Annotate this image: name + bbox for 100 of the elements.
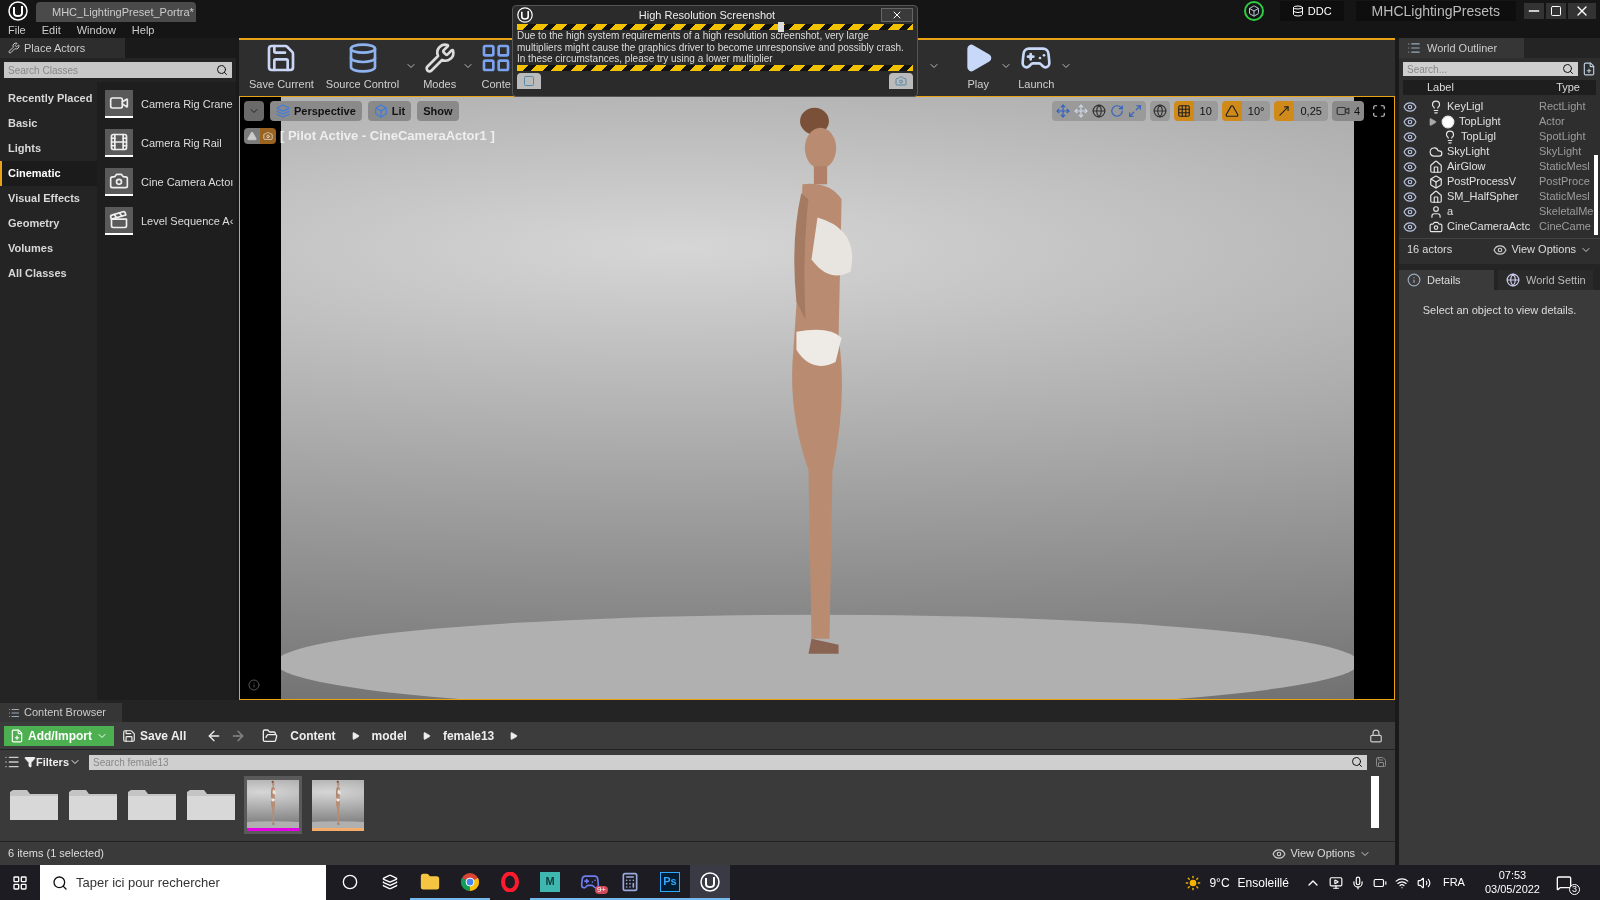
filters-button[interactable]: Filters xyxy=(24,753,81,771)
view-options-button[interactable]: View Options xyxy=(1493,241,1592,258)
actor-label[interactable]: KeyLigl xyxy=(1447,98,1484,115)
panel-tab[interactable]: World Outliner xyxy=(1399,38,1524,58)
save-search-icon[interactable] xyxy=(1375,756,1387,768)
temperature[interactable]: 9°C xyxy=(1209,873,1230,892)
category-tab[interactable]: Volumes xyxy=(0,236,97,261)
search-icon[interactable] xyxy=(216,64,228,76)
column-header[interactable]: Type xyxy=(1556,79,1580,96)
actor-list-item[interactable]: Level Sequence A‹ xyxy=(141,212,234,230)
weather-condition[interactable]: Ensoleillé xyxy=(1237,873,1289,892)
taskbar-app-button[interactable]: M xyxy=(530,865,570,900)
search-icon[interactable] xyxy=(1562,63,1574,75)
menu-item[interactable]: Edit xyxy=(41,21,61,39)
visibility-eye-icon[interactable] xyxy=(1403,174,1417,189)
panel-tab[interactable]: Details xyxy=(1399,270,1494,290)
save-all-button[interactable]: Save All xyxy=(122,726,187,745)
toolbar-button[interactable]: Save Current xyxy=(243,38,320,92)
snap-value[interactable]: 10° xyxy=(1241,101,1271,121)
visibility-eye-icon[interactable] xyxy=(1403,129,1417,144)
sources-toggle-icon[interactable] xyxy=(4,754,20,770)
snap-toggle[interactable] xyxy=(1221,101,1242,121)
multiplier-slider-thumb[interactable] xyxy=(778,22,785,32)
actor-label[interactable]: SM_HalfSpher xyxy=(1447,188,1519,205)
lock-icon[interactable] xyxy=(1369,728,1383,743)
menu-item[interactable]: File xyxy=(8,21,26,39)
actor-list-item[interactable]: Camera Rig Crane xyxy=(141,95,233,113)
microphone-icon[interactable] xyxy=(1350,875,1365,890)
search-icon[interactable] xyxy=(52,874,68,891)
pilot-button[interactable] xyxy=(260,127,276,144)
visibility-eye-icon[interactable] xyxy=(1403,114,1417,129)
breadcrumb[interactable]: female13 xyxy=(442,726,495,745)
eject-button[interactable] xyxy=(244,127,260,144)
toolbar-button[interactable]: Modes xyxy=(417,38,463,92)
category-tab[interactable]: Geometry xyxy=(0,211,97,236)
notification-icon[interactable] xyxy=(1556,874,1572,891)
actor-label[interactable]: TopLigl xyxy=(1461,128,1496,145)
viewport-button[interactable]: Lit xyxy=(367,101,412,121)
crop-button[interactable] xyxy=(517,72,541,89)
path-arrow-icon[interactable] xyxy=(351,731,360,740)
add-folder-icon[interactable] xyxy=(1582,62,1596,76)
menu-item[interactable]: Help xyxy=(131,21,155,39)
menu-item[interactable]: Window xyxy=(76,21,116,39)
visibility-eye-icon[interactable] xyxy=(1403,204,1417,219)
toolbar-button[interactable]: Play xyxy=(956,38,1001,92)
visibility-eye-icon[interactable] xyxy=(1403,219,1417,234)
actor-label[interactable]: CineCameraActc xyxy=(1447,218,1531,235)
actor-label[interactable]: TopLight xyxy=(1459,113,1501,130)
category-tab[interactable]: Basic xyxy=(0,111,97,136)
toolbar-button[interactable]: Source Control xyxy=(319,38,406,92)
category-tab[interactable]: Recently Placed xyxy=(0,86,97,111)
maximize-icon[interactable] xyxy=(1372,104,1386,118)
camera-speed-button[interactable]: 4 xyxy=(1331,101,1364,121)
close-button[interactable] xyxy=(881,8,913,22)
actor-list-item[interactable]: Cine Camera Actoı xyxy=(141,173,234,191)
breadcrumb[interactable]: model xyxy=(371,726,407,745)
taskbar-app-button[interactable]: 9+ xyxy=(570,865,610,900)
clock-time[interactable]: 07:53 xyxy=(1498,868,1527,883)
visibility-eye-icon[interactable] xyxy=(1403,189,1417,204)
restore-icon[interactable] xyxy=(1546,3,1566,19)
world-space-button[interactable] xyxy=(1149,101,1170,121)
category-tab[interactable]: All Classes xyxy=(0,261,97,286)
close-icon[interactable] xyxy=(1568,3,1596,19)
minimize-icon[interactable] xyxy=(1524,3,1544,19)
snap-toggle[interactable] xyxy=(1274,101,1295,121)
ddc-button[interactable]: DDC xyxy=(1279,1,1344,21)
visibility-eye-icon[interactable] xyxy=(1403,144,1417,159)
toolbar-button[interactable]: Launch xyxy=(1012,38,1061,92)
actor-label[interactable]: AirGlow xyxy=(1447,158,1486,175)
snap-value[interactable]: 0,25 xyxy=(1294,101,1328,121)
language-indicator[interactable]: FRA xyxy=(1442,874,1465,891)
wifi-icon[interactable] xyxy=(1394,875,1409,890)
document-tab[interactable]: MHC_LightingPreset_Portra* xyxy=(36,2,196,22)
category-tab[interactable]: Cinematic xyxy=(0,161,97,186)
panel-tab[interactable]: Place Actors xyxy=(0,38,125,58)
actor-list-item[interactable]: Camera Rig Rail xyxy=(141,134,222,152)
taskbar-app-button[interactable] xyxy=(690,865,730,900)
viewport-menu-button[interactable] xyxy=(244,101,264,121)
volume-icon[interactable] xyxy=(1416,875,1431,890)
panel-tab[interactable]: World Settin xyxy=(1498,270,1593,290)
category-tab[interactable]: Lights xyxy=(0,136,97,161)
camera-tray-icon[interactable] xyxy=(1328,875,1343,890)
capture-button[interactable] xyxy=(889,72,913,89)
column-header[interactable]: Label xyxy=(1427,79,1517,96)
search-icon[interactable] xyxy=(1351,756,1363,768)
asset-thumbnail[interactable] xyxy=(244,776,302,834)
breadcrumb[interactable]: Content xyxy=(290,726,336,745)
actor-label[interactable]: SkyLight xyxy=(1447,143,1490,160)
expand-arrow-icon[interactable] xyxy=(1429,117,1437,126)
snap-toggle[interactable] xyxy=(1173,101,1194,121)
clock-date[interactable]: 03/05/2022 xyxy=(1484,882,1540,897)
view-options-button[interactable]: View Options xyxy=(1272,845,1371,862)
viewport-button[interactable]: Perspective xyxy=(270,101,362,121)
visibility-eye-icon[interactable] xyxy=(1403,159,1417,174)
path-arrow-icon[interactable] xyxy=(510,731,519,740)
panel-tab[interactable]: Content Browser xyxy=(0,703,122,722)
category-tab[interactable]: Visual Effects xyxy=(0,186,97,211)
globe-icon[interactable] xyxy=(1091,104,1106,118)
actor-label[interactable]: a xyxy=(1447,203,1454,220)
snap-value[interactable]: 10 xyxy=(1193,101,1218,121)
